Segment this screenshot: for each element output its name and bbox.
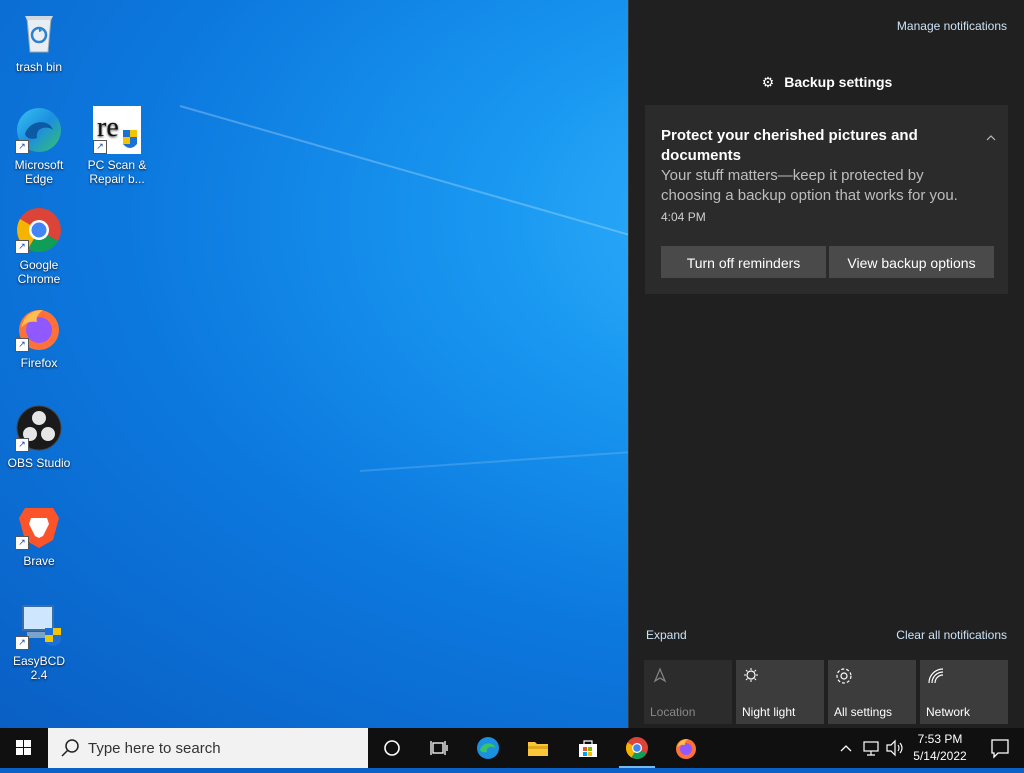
quick-action-label: Location (650, 705, 696, 719)
task-view-icon (430, 741, 448, 755)
icon-label: PC Scan & Repair b... (87, 158, 147, 186)
wallpaper-light-beam (359, 449, 660, 472)
pc-scan-repair-icon: re ↗ (93, 106, 141, 154)
taskbar-file-explorer-button[interactable] (514, 728, 562, 768)
desktop-icon-pc-scan-repair[interactable]: re ↗ PC Scan & Repair b... (82, 106, 152, 186)
view-backup-options-button[interactable]: View backup options (829, 246, 994, 278)
quick-action-label: All settings (834, 705, 893, 719)
svg-text:re: re (97, 112, 119, 143)
shortcut-arrow-icon: ↗ (15, 240, 29, 254)
easybcd-icon: ↗ (15, 602, 63, 650)
firefox-icon: ↗ (15, 304, 63, 352)
action-center-panel: Manage notifications ⚙ Backup settings Pr… (628, 0, 1024, 728)
obs-icon: ↗ (15, 404, 63, 452)
gear-icon: ⚙ (761, 74, 775, 90)
shortcut-arrow-icon: ↗ (15, 636, 29, 650)
icon-label: Google Chrome (17, 258, 61, 286)
chevron-up-icon[interactable] (838, 728, 854, 768)
taskbar-firefox-button[interactable] (662, 728, 710, 768)
toast-timestamp: 4:04 PM (661, 210, 706, 224)
quick-action-location[interactable]: Location (644, 660, 732, 724)
taskbar-edge-button[interactable] (464, 728, 512, 768)
quick-action-label: Night light (742, 705, 796, 719)
chevron-up-icon[interactable] (986, 133, 996, 143)
action-center-button[interactable] (976, 728, 1024, 768)
cortana-icon (384, 740, 400, 756)
icon-label: Firefox (20, 356, 58, 370)
clear-all-notifications-link[interactable]: Clear all notifications (896, 628, 1007, 642)
icon-label: Brave (23, 554, 55, 568)
taskbar: Type here to search 7:53 PM 5/14/2022 (0, 728, 1024, 768)
chrome-icon: ↗ (15, 206, 63, 254)
chrome-icon (626, 737, 648, 759)
group-header-label: Backup settings (784, 74, 893, 90)
quick-action-night-light[interactable]: Night light (736, 660, 824, 724)
shortcut-arrow-icon: ↗ (15, 438, 29, 452)
icon-label: Microsoft Edge (14, 158, 64, 186)
turn-off-reminders-button[interactable]: Turn off reminders (661, 246, 826, 278)
gear-icon (836, 668, 852, 684)
backup-notification-toast[interactable]: Protect your cherished pictures and docu… (645, 105, 1008, 294)
quick-action-all-settings[interactable]: All settings (828, 660, 916, 724)
network-tray-icon[interactable] (861, 728, 881, 768)
location-icon (653, 667, 667, 683)
file-explorer-icon (528, 742, 548, 756)
clock-time: 7:53 PM (917, 732, 963, 746)
brave-icon: ↗ (15, 502, 63, 550)
recycle-bin-icon (15, 8, 63, 56)
desktop-icon-brave[interactable]: ↗ Brave (4, 502, 74, 568)
edge-icon: ↗ (15, 106, 63, 154)
wallpaper-light-beam (179, 105, 633, 237)
notification-group-header[interactable]: ⚙ Backup settings (629, 74, 1024, 91)
edge-icon (477, 737, 499, 759)
desktop-icon-trash-bin[interactable]: trash bin (4, 8, 74, 74)
windows-logo-icon (16, 740, 31, 755)
night-light-icon (744, 668, 758, 682)
desktop-icon-easybcd[interactable]: ↗ EasyBCD 2.4 (4, 602, 74, 682)
shortcut-arrow-icon: ↗ (15, 140, 29, 154)
toast-title: Protect your cherished pictures and docu… (661, 127, 918, 164)
volume-icon[interactable] (884, 728, 904, 768)
icon-label: EasyBCD 2.4 (12, 654, 65, 682)
search-placeholder: Type here to search (88, 740, 221, 757)
desktop-icon-obs[interactable]: ↗ OBS Studio (4, 404, 74, 470)
icon-label: trash bin (15, 60, 63, 74)
quick-action-network[interactable]: Network (920, 660, 1008, 724)
toast-body: Your stuff matters—keep it protected by … (661, 167, 958, 204)
network-icon (928, 668, 944, 684)
shortcut-arrow-icon: ↗ (15, 536, 29, 550)
firefox-icon (676, 739, 696, 759)
clock-date: 5/14/2022 (913, 749, 967, 763)
taskbar-search-box[interactable]: Type here to search (48, 728, 368, 768)
icon-label: OBS Studio (7, 456, 71, 470)
manage-notifications-link[interactable]: Manage notifications (897, 19, 1007, 33)
desktop-icon-edge[interactable]: ↗ Microsoft Edge (4, 106, 74, 186)
expand-link[interactable]: Expand (646, 628, 687, 642)
notification-icon (991, 739, 1009, 759)
search-icon (61, 739, 79, 757)
taskbar-store-button[interactable] (564, 728, 612, 768)
taskbar-clock[interactable]: 7:53 PM 5/14/2022 (905, 731, 975, 765)
cortana-button[interactable] (368, 728, 416, 768)
desktop-icon-chrome[interactable]: ↗ Google Chrome (4, 206, 74, 286)
start-button[interactable] (0, 728, 48, 768)
task-view-button[interactable] (416, 728, 464, 768)
quick-action-label: Network (926, 705, 971, 719)
shortcut-arrow-icon: ↗ (15, 338, 29, 352)
shortcut-arrow-icon: ↗ (93, 140, 107, 154)
desktop-icon-firefox[interactable]: ↗ Firefox (4, 304, 74, 370)
taskbar-chrome-button[interactable] (613, 728, 661, 768)
store-icon (579, 740, 597, 757)
